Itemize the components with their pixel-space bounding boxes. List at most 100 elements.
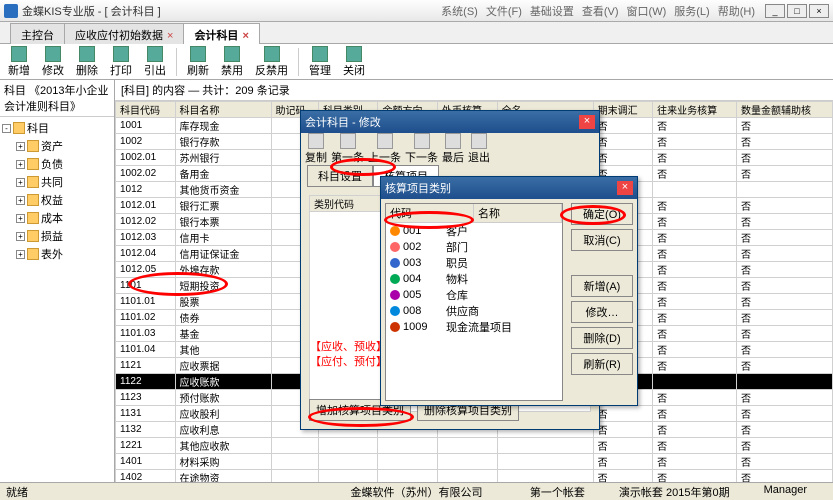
menu-item[interactable]: 文件(F) bbox=[486, 3, 522, 19]
dialog1-close-icon[interactable]: × bbox=[579, 115, 595, 129]
menu-item[interactable]: 帮助(H) bbox=[718, 3, 755, 19]
tree-item[interactable]: +资产 bbox=[2, 137, 112, 155]
category-item[interactable]: 001客户 bbox=[386, 223, 562, 239]
document-tab[interactable]: 应收应付初始数据× bbox=[64, 23, 184, 44]
folder-icon bbox=[27, 248, 39, 260]
tab-close-icon[interactable]: × bbox=[242, 30, 248, 42]
maximize-button[interactable]: □ bbox=[787, 4, 807, 18]
toolbar-修改[interactable]: 修改 bbox=[38, 44, 68, 80]
menu-item[interactable]: 服务(L) bbox=[674, 3, 709, 19]
tree-item[interactable]: +成本 bbox=[2, 209, 112, 227]
nav-icon bbox=[414, 133, 430, 149]
toolbar-icon bbox=[224, 46, 240, 62]
dialog-toolbar-btn[interactable]: 第一条 bbox=[331, 133, 364, 165]
category-item[interactable]: 1009现金流量项目 bbox=[386, 319, 562, 335]
tab-close-icon[interactable]: × bbox=[167, 30, 173, 42]
toolbar-引出[interactable]: 引出 bbox=[140, 44, 170, 80]
minimize-button[interactable]: _ bbox=[765, 4, 785, 18]
category-item[interactable]: 005仓库 bbox=[386, 287, 562, 303]
toolbar-打印[interactable]: 打印 bbox=[106, 44, 136, 80]
menu-item[interactable]: 窗口(W) bbox=[627, 3, 667, 19]
dialog-toolbar-btn[interactable]: 上一条 bbox=[368, 133, 401, 165]
toolbar-禁用[interactable]: 禁用 bbox=[217, 44, 247, 80]
column-header[interactable]: 数量金额辅助核 bbox=[736, 102, 832, 118]
menu-item[interactable]: 查看(V) bbox=[582, 3, 619, 19]
status-r2: 演示帐套 2015年第0期 bbox=[619, 484, 730, 500]
status-left: 就绪 bbox=[6, 484, 28, 500]
document-tab[interactable]: 会计科目× bbox=[183, 23, 259, 44]
tree-item[interactable]: +表外 bbox=[2, 245, 112, 263]
app-title: 金蝶KIS专业版 - [ 会计科目 ] bbox=[22, 3, 441, 19]
dialog2-btn-0[interactable]: 确定(O) bbox=[571, 203, 633, 225]
tree-expand-icon[interactable]: + bbox=[16, 232, 25, 241]
nav-icon bbox=[308, 133, 324, 149]
nav-icon bbox=[340, 133, 356, 149]
toolbar-新增[interactable]: 新增 bbox=[4, 44, 34, 80]
table-row[interactable]: 1402在途物资否否否 bbox=[116, 470, 833, 483]
tree-item[interactable]: -科目 bbox=[2, 119, 112, 137]
toolbar-icon bbox=[113, 46, 129, 62]
document-tab[interactable]: 主控台 bbox=[10, 23, 65, 44]
table-row[interactable]: 1401材料采购否否否 bbox=[116, 454, 833, 470]
dialog2-btn-3[interactable]: 修改… bbox=[571, 301, 633, 323]
toolbar-icon bbox=[264, 46, 280, 62]
tree-expand-icon[interactable]: + bbox=[16, 178, 25, 187]
tree-expand-icon[interactable]: + bbox=[16, 160, 25, 169]
table-row[interactable]: 1221其他应收款否否否 bbox=[116, 438, 833, 454]
category-item[interactable]: 003职员 bbox=[386, 255, 562, 271]
toolbar-刷新[interactable]: 刷新 bbox=[183, 44, 213, 80]
column-header[interactable]: 期末调汇 bbox=[593, 102, 653, 118]
status-r3: Manager bbox=[764, 484, 807, 500]
dialog-toolbar-btn[interactable]: 最后 bbox=[442, 133, 464, 165]
status-center: 金蝶软件（苏州）有限公司 bbox=[351, 484, 483, 500]
dialog2-btn-2[interactable]: 新增(A) bbox=[571, 275, 633, 297]
folder-icon bbox=[27, 230, 39, 242]
sidebar-header: 科目 《2013年小企业会计准则科目》 bbox=[0, 80, 114, 117]
dialog-toolbar-btn[interactable]: 复制 bbox=[305, 133, 327, 165]
dialog-toolbar-btn[interactable]: 下一条 bbox=[405, 133, 438, 165]
dialog2-btn-5[interactable]: 刷新(R) bbox=[571, 353, 633, 375]
tree-item[interactable]: +损益 bbox=[2, 227, 112, 245]
folder-icon bbox=[13, 122, 25, 134]
category-icon bbox=[390, 226, 400, 236]
category-icon bbox=[390, 274, 400, 284]
tree-expand-icon[interactable]: + bbox=[16, 196, 25, 205]
menu-item[interactable]: 基础设置 bbox=[530, 3, 574, 19]
tree-item[interactable]: +共同 bbox=[2, 173, 112, 191]
column-header[interactable]: 科目名称 bbox=[175, 102, 271, 118]
tree-item[interactable]: +权益 bbox=[2, 191, 112, 209]
nav-icon bbox=[377, 133, 393, 149]
category-item[interactable]: 002部门 bbox=[386, 239, 562, 255]
category-icon bbox=[390, 322, 400, 332]
toolbar-反禁用[interactable]: 反禁用 bbox=[251, 44, 292, 80]
close-button[interactable]: × bbox=[809, 4, 829, 18]
toolbar-删除[interactable]: 删除 bbox=[72, 44, 102, 80]
column-header[interactable]: 往来业务核算 bbox=[653, 102, 737, 118]
dialog-toolbar-btn[interactable]: 退出 bbox=[468, 133, 490, 165]
tree-expand-icon[interactable]: + bbox=[16, 214, 25, 223]
category-item[interactable]: 004物料 bbox=[386, 271, 562, 287]
folder-icon bbox=[27, 212, 39, 224]
category-icon bbox=[390, 258, 400, 268]
col-name: 名称 bbox=[474, 204, 562, 222]
folder-icon bbox=[27, 176, 39, 188]
menu-item[interactable]: 系统(S) bbox=[441, 3, 478, 19]
category-item[interactable]: 008供应商 bbox=[386, 303, 562, 319]
dialog2-close-icon[interactable]: × bbox=[617, 181, 633, 195]
app-icon bbox=[4, 4, 18, 18]
toolbar-icon bbox=[147, 46, 163, 62]
toolbar-关闭[interactable]: 关闭 bbox=[339, 44, 369, 80]
nav-icon bbox=[445, 133, 461, 149]
tree-item[interactable]: +负债 bbox=[2, 155, 112, 173]
dialog2-title: 核算项目类别 bbox=[385, 180, 451, 196]
dialog2-btn-4[interactable]: 删除(D) bbox=[571, 327, 633, 349]
toolbar-管理[interactable]: 管理 bbox=[305, 44, 335, 80]
main-header: [科目] 的内容 — 共计：209 条记录 bbox=[115, 80, 833, 101]
tree-expand-icon[interactable]: + bbox=[16, 250, 25, 259]
column-header[interactable]: 科目代码 bbox=[116, 102, 176, 118]
dialog-tab[interactable]: 科目设置 bbox=[307, 165, 373, 187]
dialog2-btn-1[interactable]: 取消(C) bbox=[571, 229, 633, 251]
tree-expand-icon[interactable]: - bbox=[2, 124, 11, 133]
category-picker-dialog: 核算项目类别 × 代码 名称 001客户002部门003职员004物料005仓库… bbox=[380, 176, 638, 406]
tree-expand-icon[interactable]: + bbox=[16, 142, 25, 151]
